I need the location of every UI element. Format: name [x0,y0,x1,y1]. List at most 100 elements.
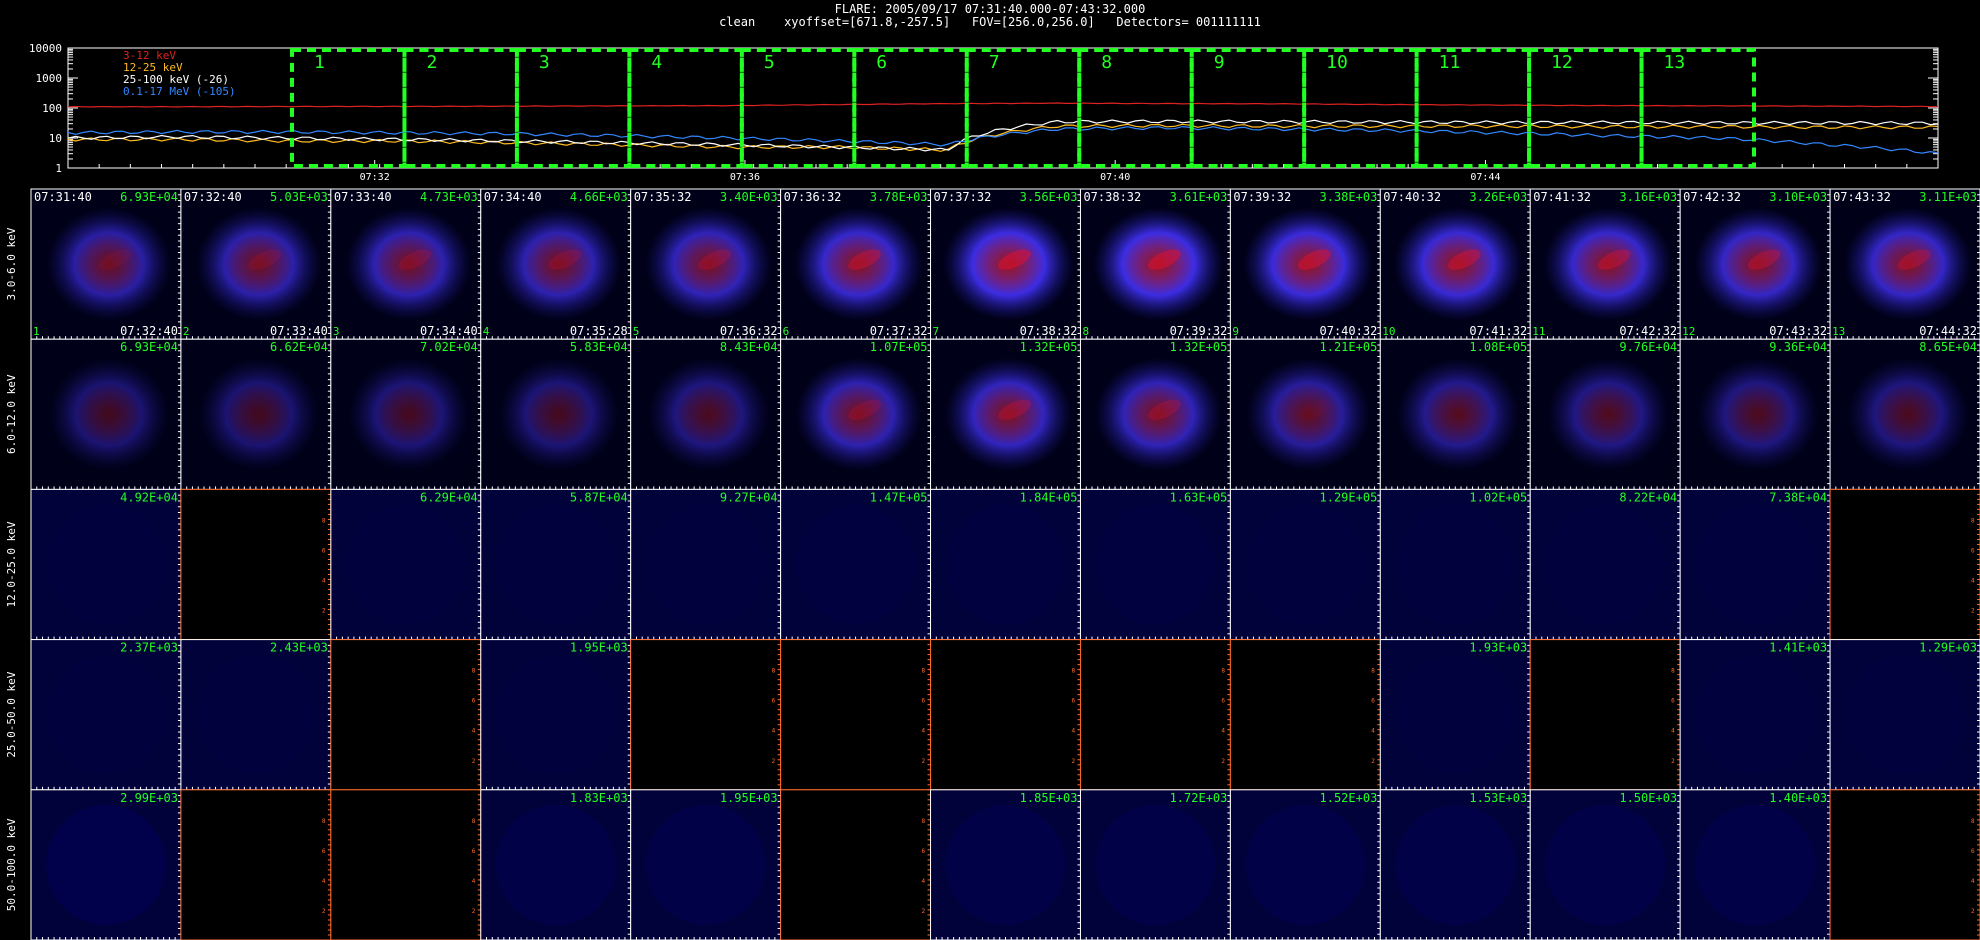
noise-blob [1395,654,1516,775]
interval-number-label: 8 [1082,325,1089,338]
peak-label: 1.32E+05 [1170,340,1228,354]
row-energy-label: 6.0-12.0 keV [5,374,18,454]
empty-panel-tick: 4 [472,728,476,735]
peak-label: 1.47E+05 [870,490,928,504]
peak-label: 1.72E+03 [1170,791,1228,805]
peak-label: 8.43E+04 [720,340,778,354]
peak-label: 8.22E+04 [1619,490,1677,504]
peak-label: 1.85E+03 [1020,791,1078,805]
empty-panel-tick: 6 [322,848,326,855]
peak-label: 1.63E+05 [1170,490,1228,504]
noise-blob [45,504,166,625]
empty-panel [330,639,482,791]
peak-label: 1.40E+03 [1769,791,1827,805]
empty-panel-tick: 8 [922,668,926,675]
peak-label: 1.07E+05 [870,340,928,354]
empty-panel-tick: 6 [1371,698,1375,705]
peak-label: 9.36E+04 [1769,340,1827,354]
interval-number-label: 5 [633,325,640,338]
end-time-label: 07:39:32 [1170,324,1228,338]
noise-blob [495,804,616,925]
peak-label: 1.29E+05 [1320,490,1378,504]
noise-blob [795,504,916,625]
peak-label: 1.95E+03 [720,791,778,805]
empty-panel [780,789,932,940]
empty-panel-tick: 4 [322,878,326,885]
empty-panel-tick: 2 [472,908,476,915]
peak-label: 3.78E+03 [870,190,928,204]
empty-panel-tick: 2 [1221,758,1225,765]
empty-panel-tick: 8 [1221,668,1225,675]
noise-blob [45,654,166,775]
start-time-label: 07:40:32 [1383,190,1441,204]
empty-panel-tick: 2 [322,608,326,615]
interval-number-label: 2 [183,325,190,338]
peak-label: 5.03E+03 [270,190,328,204]
empty-panel-tick: 4 [1971,878,1975,885]
empty-panel-tick: 4 [1221,728,1225,735]
noise-blob [1695,804,1816,925]
start-time-label: 07:36:32 [784,190,842,204]
peak-label: 3.10E+03 [1769,190,1827,204]
end-time-label: 07:41:32 [1469,324,1527,338]
noise-blob [1095,504,1216,625]
end-time-label: 07:43:32 [1769,324,1827,338]
peak-label: 2.99E+03 [120,791,178,805]
empty-panel-tick: 6 [922,848,926,855]
start-time-label: 07:33:40 [334,190,392,204]
empty-panel-tick: 4 [922,728,926,735]
peak-label: 1.84E+05 [1020,490,1078,504]
row-energy-label: 50.0-100.0 keV [5,818,18,911]
empty-panel [1229,639,1381,791]
peak-label: 3.40E+03 [720,190,778,204]
end-time-label: 07:38:32 [1020,324,1078,338]
peak-label: 8.65E+04 [1919,340,1977,354]
empty-panel [630,639,782,791]
end-time-label: 07:34:40 [420,324,478,338]
noise-blob [495,504,616,625]
interval-number-label: 7 [933,325,940,338]
empty-panel [780,639,932,791]
interval-number-label: 12 [1682,325,1695,338]
peak-label: 3.11E+03 [1919,190,1977,204]
empty-panel-tick: 8 [322,517,326,524]
empty-panel-tick: 2 [1671,758,1675,765]
noise-blob [645,504,766,625]
peak-label: 6.93E+04 [120,340,178,354]
start-time-label: 07:35:32 [634,190,692,204]
start-time-label: 07:41:32 [1533,190,1591,204]
empty-panel-tick: 2 [922,758,926,765]
peak-label: 1.29E+03 [1919,641,1977,655]
end-time-label: 07:40:32 [1320,324,1378,338]
peak-label: 3.56E+03 [1020,190,1078,204]
empty-panel-tick: 6 [472,848,476,855]
peak-label: 1.41E+03 [1769,641,1827,655]
peak-label: 1.02E+05 [1469,490,1527,504]
noise-blob [195,654,316,775]
start-time-label: 07:42:32 [1683,190,1741,204]
interval-number-label: 4 [483,325,490,338]
empty-panel-tick: 2 [922,908,926,915]
interval-number-label: 13 [1832,325,1845,338]
interval-number-label: 3 [333,325,340,338]
empty-panel-tick: 6 [1671,698,1675,705]
empty-panel-tick: 6 [922,698,926,705]
peak-label: 5.83E+04 [570,340,628,354]
empty-panel-tick: 4 [1071,728,1075,735]
empty-panel-tick: 8 [322,818,326,825]
empty-panel-tick: 2 [1971,608,1975,615]
peak-label: 4.92E+04 [120,490,178,504]
empty-panel [1829,488,1980,641]
empty-panel-tick: 4 [772,728,776,735]
end-time-label: 07:33:40 [270,324,328,338]
empty-panel [180,789,332,940]
peak-label: 3.26E+03 [1469,190,1527,204]
noise-blob [1545,504,1666,625]
row-energy-label: 25.0-50.0 keV [5,671,18,757]
empty-panel-tick: 8 [1071,668,1075,675]
interval-number-label: 11 [1532,325,1545,338]
row-energy-label: 3.0-6.0 keV [5,227,18,300]
peak-label: 1.95E+03 [570,641,628,655]
noise-blob [1395,804,1516,925]
empty-panel-tick: 2 [1071,758,1075,765]
